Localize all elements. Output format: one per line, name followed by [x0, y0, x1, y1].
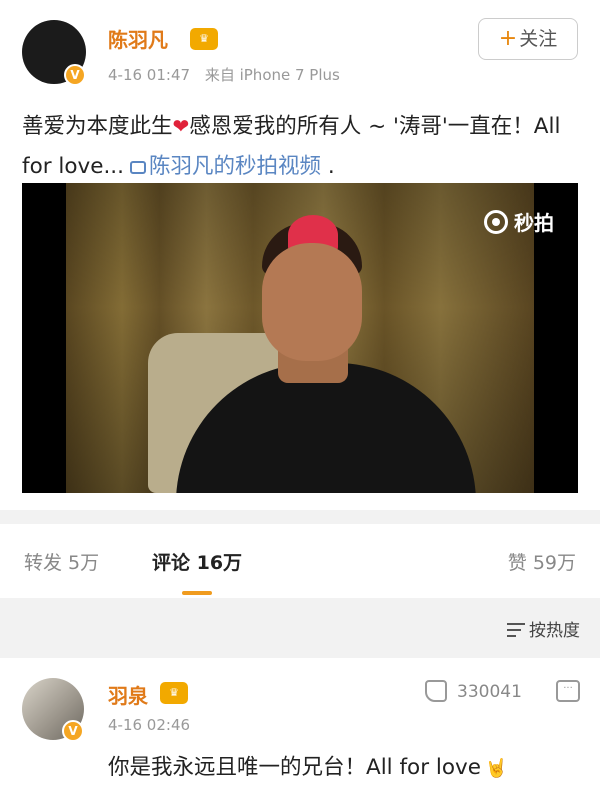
follow-label: 关注 [519, 28, 558, 50]
plus-icon: + [498, 26, 518, 51]
post-meta: 4-16 01:47 来自 iPhone 7 Plus [108, 64, 340, 85]
comments-tab[interactable]: 评论 16万 [152, 548, 242, 575]
section-divider [0, 510, 600, 524]
video-watermark: 秒拍 [484, 207, 554, 236]
verified-badge-icon: V [64, 64, 86, 86]
video-link-label: 陈羽凡的秒拍视频 [148, 154, 321, 179]
comment-bubble-icon[interactable]: ··· [556, 680, 580, 702]
sort-label: 按热度 [529, 621, 580, 641]
miaopai-icon [484, 210, 508, 234]
post-text-part-1: 善爱为本度此生 [22, 114, 173, 139]
active-tab-indicator [182, 591, 212, 595]
post-username[interactable]: 陈羽凡 [108, 24, 168, 53]
likes-tab[interactable]: 赞 59万 [508, 548, 576, 575]
video-frame [66, 183, 534, 493]
comment-timestamp: 4-16 02:46 [108, 716, 191, 734]
follow-button[interactable]: + 关注 [478, 18, 578, 60]
sort-button[interactable]: 按热度 [507, 616, 580, 641]
person-head [262, 243, 362, 361]
comment-like-count: 330041 [457, 682, 522, 702]
rock-hand-icon: 🤘 [484, 758, 508, 779]
post-timestamp: 4-16 01:47 [108, 66, 191, 84]
comment-text-body: 你是我永远且唯一的兄台！All for love [108, 755, 481, 780]
post-header: V 陈羽凡 ♛ 4-16 01:47 来自 iPhone 7 Plus + 关注 [0, 0, 600, 100]
heart-icon: ❤ [172, 114, 190, 138]
comment-username[interactable]: 羽泉 [108, 680, 148, 709]
video-link-icon [129, 161, 146, 174]
video-player[interactable]: 秒拍 [22, 183, 578, 493]
sort-bar: 按热度 [0, 598, 600, 658]
comment-like-button[interactable]: 330041 [425, 680, 522, 702]
sort-lines-icon [507, 623, 525, 637]
video-link[interactable]: 陈羽凡的秒拍视频 [124, 154, 321, 179]
post-text-end: . [321, 154, 335, 179]
verified-badge-icon: V [62, 720, 84, 742]
stats-bar: 转发 5万 评论 16万 赞 59万 [0, 524, 600, 598]
post-text: 善爱为本度此生❤感恩爱我的所有人 ~ '涛哥'一直在！All for love.… [22, 106, 582, 187]
thumb-up-icon [425, 680, 447, 702]
watermark-label: 秒拍 [514, 211, 554, 235]
post-source: 来自 iPhone 7 Plus [204, 66, 340, 84]
comment-text: 你是我永远且唯一的兄台！All for love 🤘 [108, 750, 507, 787]
repost-tab[interactable]: 转发 5万 [24, 548, 99, 575]
crown-icon: ♛ [160, 682, 188, 704]
crown-icon: ♛ [190, 28, 218, 50]
